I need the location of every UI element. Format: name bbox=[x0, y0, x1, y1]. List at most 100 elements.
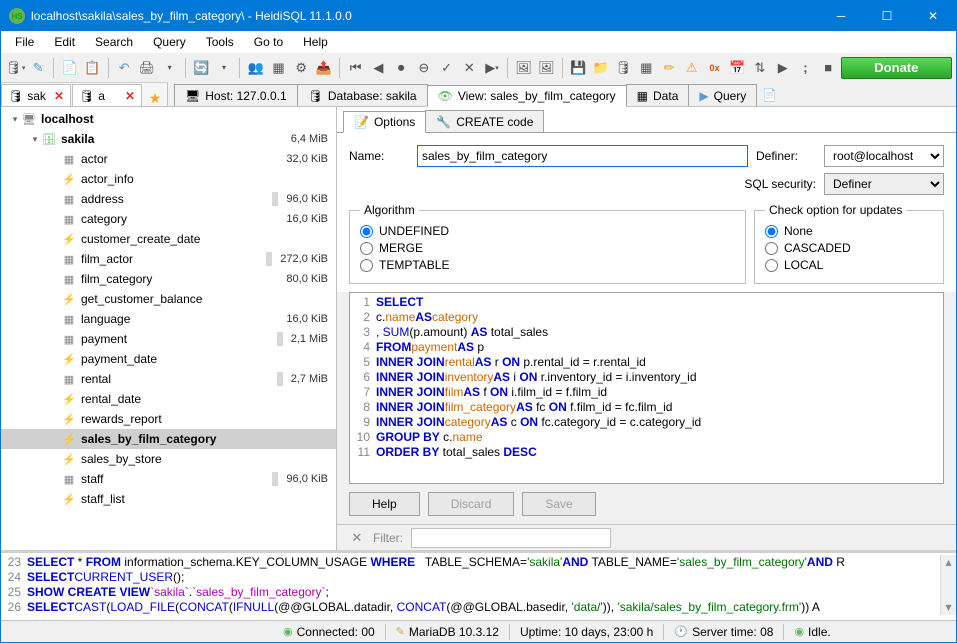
tree-item-staff[interactable]: ▦staff96,0 KiB bbox=[1, 469, 336, 489]
tab-host[interactable]: 🖥Host: 127.0.0.1 bbox=[174, 84, 298, 106]
menu-goto[interactable]: Go to bbox=[246, 33, 291, 51]
img1-icon[interactable]: 🖼 bbox=[513, 57, 534, 79]
maximize-button[interactable]: ☐ bbox=[864, 1, 910, 31]
check-cascaded[interactable]: CASCADED bbox=[765, 241, 933, 255]
copy-icon[interactable]: 📄 bbox=[59, 57, 80, 79]
sort-icon[interactable]: ⇅ bbox=[750, 57, 771, 79]
tree-item-customer_create_date[interactable]: ⚡customer_create_date bbox=[1, 229, 336, 249]
close-tab-icon[interactable]: ✕ bbox=[125, 89, 135, 103]
users-icon[interactable]: 👥 bbox=[245, 57, 266, 79]
tree-item-category[interactable]: ▦category16,0 KiB bbox=[1, 209, 336, 229]
tree-item-payment[interactable]: ▦payment2,1 MiB bbox=[1, 329, 336, 349]
tree-item-film_actor[interactable]: ▦film_actor272,0 KiB bbox=[1, 249, 336, 269]
folder-icon[interactable]: 📁 bbox=[590, 57, 611, 79]
dropdown2-icon[interactable]: ▾ bbox=[214, 57, 235, 79]
filter-input[interactable] bbox=[411, 528, 611, 548]
name-input[interactable] bbox=[417, 145, 748, 167]
algo-undefined[interactable]: UNDEFINED bbox=[360, 224, 735, 238]
tree-size: 272,0 KiB bbox=[280, 253, 328, 265]
tab-add[interactable]: 📄 bbox=[756, 84, 783, 106]
tree-item-sakila[interactable]: ▾🗄sakila6,4 MiB bbox=[1, 129, 336, 149]
close-tab-icon[interactable]: ✕ bbox=[54, 89, 64, 103]
tree-item-payment_date[interactable]: ⚡payment_date bbox=[1, 349, 336, 369]
undo-icon[interactable]: ↶ bbox=[114, 57, 135, 79]
vars-icon[interactable]: ⚙ bbox=[291, 57, 312, 79]
tab-database[interactable]: 🛢Database: sakila bbox=[297, 84, 428, 106]
tree-item-rewards_report[interactable]: ⚡rewards_report bbox=[1, 409, 336, 429]
stop2-icon[interactable]: ■ bbox=[818, 57, 839, 79]
clear-filter-icon[interactable]: ✕ bbox=[349, 530, 365, 546]
grid-icon[interactable]: ▦ bbox=[636, 57, 657, 79]
prev-icon[interactable]: ◀ bbox=[368, 57, 389, 79]
check-none[interactable]: None bbox=[765, 224, 933, 238]
img2-icon[interactable]: 🖼 bbox=[536, 57, 557, 79]
sql-editor[interactable]: 1SELECT 2c.name AS category 3, SUM(p.amo… bbox=[349, 292, 944, 484]
definer-combo[interactable]: root@localhost bbox=[824, 145, 944, 167]
help-button[interactable]: Help bbox=[349, 492, 420, 516]
menu-query[interactable]: Query bbox=[145, 33, 194, 51]
session-tab-a[interactable]: 🛢 a ✕ bbox=[72, 84, 142, 106]
expand-arrow-icon[interactable]: ▾ bbox=[29, 134, 41, 145]
tab-data[interactable]: ▦Data bbox=[626, 84, 690, 106]
tree-item-film_category[interactable]: ▦film_category80,0 KiB bbox=[1, 269, 336, 289]
tree-item-address[interactable]: ▦address96,0 KiB bbox=[1, 189, 336, 209]
menu-file[interactable]: File bbox=[7, 33, 42, 51]
run-icon[interactable]: ▶ bbox=[772, 57, 793, 79]
algo-temptable[interactable]: TEMPTABLE bbox=[360, 258, 735, 272]
pencil-icon[interactable]: ✏ bbox=[659, 57, 680, 79]
refresh-icon[interactable]: 🔄 bbox=[191, 57, 212, 79]
tree-item-get_customer_balance[interactable]: ⚡get_customer_balance bbox=[1, 289, 336, 309]
tree-item-sales_by_store[interactable]: ⚡sales_by_store bbox=[1, 449, 336, 469]
discard-button[interactable]: Discard bbox=[428, 492, 515, 516]
dropdown-icon[interactable]: ▾ bbox=[159, 57, 180, 79]
play-icon[interactable]: ▶▾ bbox=[482, 57, 503, 79]
tree-item-language[interactable]: ▦language16,0 KiB bbox=[1, 309, 336, 329]
save-button[interactable]: Save bbox=[522, 492, 595, 516]
tree-item-actor[interactable]: ▦actor32,0 KiB bbox=[1, 149, 336, 169]
first-icon[interactable]: ⏮ bbox=[345, 57, 366, 79]
record-icon[interactable]: ⏺ bbox=[391, 57, 412, 79]
algo-merge[interactable]: MERGE bbox=[360, 241, 735, 255]
tree-item-staff_list[interactable]: ⚡staff_list bbox=[1, 489, 336, 509]
db-icon[interactable]: 🛢 bbox=[613, 57, 634, 79]
expand-arrow-icon[interactable]: ▾ bbox=[9, 114, 21, 125]
tree-item-rental[interactable]: ▦rental2,7 MiB bbox=[1, 369, 336, 389]
tree-label: rental bbox=[81, 372, 277, 386]
menu-tools[interactable]: Tools bbox=[198, 33, 242, 51]
warn-icon[interactable]: ⚠ bbox=[681, 57, 702, 79]
tree-item-actor_info[interactable]: ⚡actor_info bbox=[1, 169, 336, 189]
object-tree[interactable]: ▾🖥localhost▾🗄sakila6,4 MiB▦actor32,0 KiB… bbox=[1, 107, 337, 550]
tree-item-sales_by_film_category[interactable]: ⚡sales_by_film_category bbox=[1, 429, 336, 449]
export-icon[interactable]: 📤 bbox=[314, 57, 335, 79]
donate-button[interactable]: Donate bbox=[841, 57, 952, 79]
session-tab-sak[interactable]: 🛢 sak ✕ bbox=[1, 84, 71, 106]
scrollbar[interactable]: ▴▾ bbox=[940, 555, 956, 615]
tree-item-rental_date[interactable]: ⚡rental_date bbox=[1, 389, 336, 409]
menu-edit[interactable]: Edit bbox=[46, 33, 83, 51]
check-local[interactable]: LOCAL bbox=[765, 258, 933, 272]
delete-icon[interactable]: ✕ bbox=[459, 57, 480, 79]
new-dropdown-icon[interactable]: 🛢▾ bbox=[5, 57, 26, 79]
edit-icon[interactable]: ✎ bbox=[28, 57, 49, 79]
print-icon[interactable]: 🖨 bbox=[137, 57, 158, 79]
menu-help[interactable]: Help bbox=[295, 33, 336, 51]
menu-search[interactable]: Search bbox=[87, 33, 141, 51]
tab-view[interactable]: 👁View: sales_by_film_category bbox=[427, 85, 627, 107]
sqlsecurity-combo[interactable]: Definer bbox=[824, 173, 944, 195]
minimize-button[interactable]: ─ bbox=[818, 1, 864, 31]
close-button[interactable]: ✕ bbox=[910, 1, 956, 31]
semi-icon[interactable]: ; bbox=[795, 57, 816, 79]
favorite-icon[interactable]: ★ bbox=[147, 90, 163, 106]
check-icon[interactable]: ✓ bbox=[436, 57, 457, 79]
subtab-options[interactable]: 📝Options bbox=[343, 111, 426, 133]
paste-icon[interactable]: 📋 bbox=[82, 57, 103, 79]
dates-icon[interactable]: 📅 bbox=[727, 57, 748, 79]
hex-icon[interactable]: 0x bbox=[704, 57, 725, 79]
stop-icon[interactable]: ⊖ bbox=[413, 57, 434, 79]
table-icon[interactable]: ▦ bbox=[268, 57, 289, 79]
tab-query[interactable]: ▶Query bbox=[688, 84, 757, 106]
sql-log[interactable]: 23SELECT * FROM information_schema.KEY_C… bbox=[1, 550, 956, 620]
subtab-create[interactable]: 🔧CREATE code bbox=[425, 110, 544, 132]
tree-item-localhost[interactable]: ▾🖥localhost bbox=[1, 109, 336, 129]
save-icon[interactable]: 💾 bbox=[568, 57, 589, 79]
